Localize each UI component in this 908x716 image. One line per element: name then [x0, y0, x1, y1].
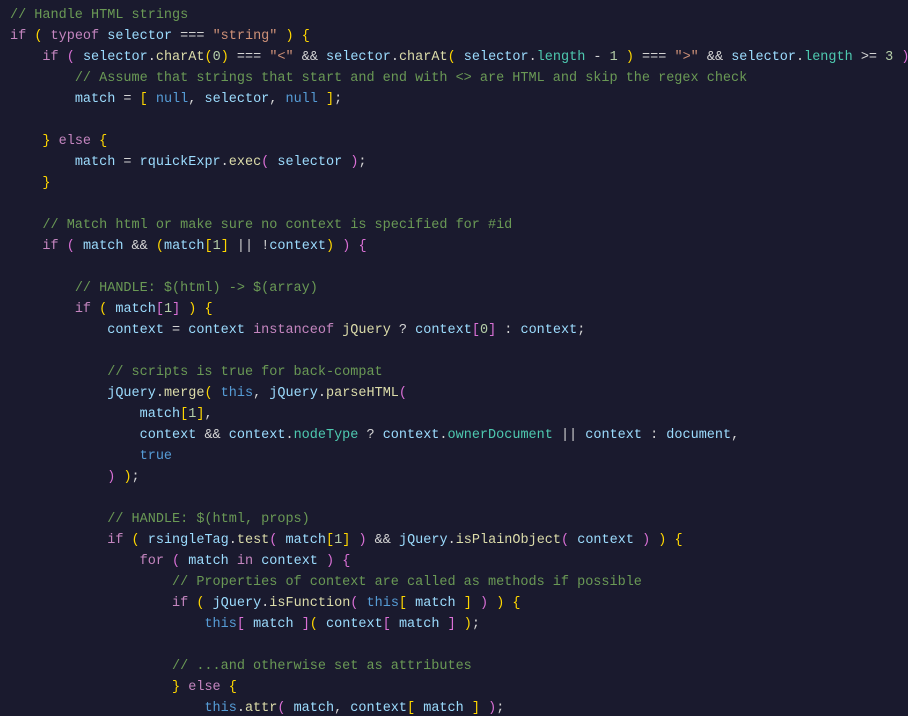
code-line-29: if ( jQuery.isFunction( this[ match ] ) …: [0, 594, 908, 615]
code-line-31: [0, 636, 908, 657]
code-line-8: match = rquickExpr.exec( selector );: [0, 153, 908, 174]
code-line-14: // HANDLE: $(html) -> $(array): [0, 279, 908, 300]
code-line-6: [0, 111, 908, 132]
code-line-33: } else {: [0, 678, 908, 699]
code-line-1: // Handle HTML strings: [0, 6, 908, 27]
code-line-22: true: [0, 447, 908, 468]
code-line-32: // ...and otherwise set as attributes: [0, 657, 908, 678]
code-line-4: // Assume that strings that start and en…: [0, 69, 908, 90]
code-line-17: [0, 342, 908, 363]
code-line-16: context = context instanceof jQuery ? co…: [0, 321, 908, 342]
code-line-30: this[ match ]( context[ match ] );: [0, 615, 908, 636]
code-line-24: [0, 489, 908, 510]
code-line-3: if ( selector.charAt(0) === "<" && selec…: [0, 48, 908, 69]
code-line-13: [0, 258, 908, 279]
code-line-12: if ( match && (match[1] || !context) ) {: [0, 237, 908, 258]
code-line-28: // Properties of context are called as m…: [0, 573, 908, 594]
code-line-27: for ( match in context ) {: [0, 552, 908, 573]
code-line-9: }: [0, 174, 908, 195]
code-line-25: // HANDLE: $(html, props): [0, 510, 908, 531]
code-line-15: if ( match[1] ) {: [0, 300, 908, 321]
code-line-20: match[1],: [0, 405, 908, 426]
code-line-5: match = [ null, selector, null ];: [0, 90, 908, 111]
code-line-21: context && context.nodeType ? context.ow…: [0, 426, 908, 447]
code-line-10: [0, 195, 908, 216]
code-editor: // Handle HTML strings if ( typeof selec…: [0, 0, 908, 716]
code-line-2: if ( typeof selector === "string" ) {: [0, 27, 908, 48]
code-line-23: ) );: [0, 468, 908, 489]
code-line-34: this.attr( match, context[ match ] );: [0, 699, 908, 716]
code-line-26: if ( rsingleTag.test( match[1] ) && jQue…: [0, 531, 908, 552]
code-line-18: // scripts is true for back-compat: [0, 363, 908, 384]
code-line-7: } else {: [0, 132, 908, 153]
code-line-11: // Match html or make sure no context is…: [0, 216, 908, 237]
code-line-19: jQuery.merge( this, jQuery.parseHTML(: [0, 384, 908, 405]
